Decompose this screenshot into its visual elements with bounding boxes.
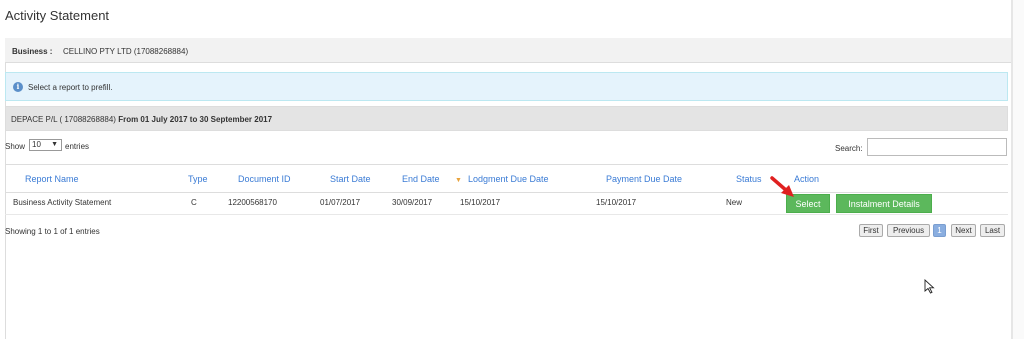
table-row-border (5, 192, 1008, 193)
table-bottom-border (5, 214, 1008, 215)
info-alert: i Select a report to prefill. (5, 72, 1008, 101)
red-arrow-annotation-icon (770, 176, 794, 197)
col-header-start-date[interactable]: Start Date (330, 174, 371, 184)
pagination-first[interactable]: First (859, 224, 883, 237)
cell-report-name: Business Activity Statement (13, 198, 112, 207)
business-label: Business : (12, 47, 53, 56)
show-label: Show (5, 142, 26, 151)
search-label: Search: (835, 144, 863, 153)
instalment-details-button[interactable]: Instalment Details (836, 194, 932, 213)
page-title: Activity Statement (5, 8, 110, 23)
cell-start-date: 01/07/2017 (320, 198, 361, 207)
info-icon: i (13, 82, 23, 92)
info-message: Select a report to prefill. (28, 83, 113, 92)
col-header-end-date[interactable]: End Date (402, 174, 440, 184)
col-header-type[interactable]: Type (188, 174, 208, 184)
report-title: DEPACE P/L ( 17088268884) From 01 July 2… (11, 115, 272, 124)
report-period: From 01 July 2017 to 30 September 2017 (118, 115, 273, 124)
page-size-select[interactable]: 10 ▼ (29, 139, 62, 151)
col-header-payment-due-date[interactable]: Payment Due Date (606, 174, 682, 184)
cell-type: C (191, 198, 197, 207)
cell-status: New (726, 198, 743, 207)
report-prefix: DEPACE P/L ( 17088268884) (11, 115, 116, 124)
pagination-last[interactable]: Last (980, 224, 1005, 237)
cell-payment-due: 15/10/2017 (596, 198, 637, 207)
business-value: CELLINO PTY LTD (17088268884) (63, 47, 189, 56)
scrollbar[interactable] (1013, 0, 1024, 339)
table-header-border (5, 164, 1008, 165)
col-header-document-id[interactable]: Document ID (238, 174, 291, 184)
cell-end-date: 30/09/2017 (392, 198, 433, 207)
entries-label: entries (65, 142, 90, 151)
col-header-lodgment-due-date[interactable]: Lodgment Due Date (468, 174, 549, 184)
search-input[interactable] (867, 138, 1007, 156)
mouse-cursor-icon (924, 279, 935, 294)
sort-desc-icon: ▼ (455, 177, 462, 184)
pagination-previous[interactable]: Previous (887, 224, 930, 237)
pagination-page-1[interactable]: 1 (933, 224, 946, 237)
col-header-report-name[interactable]: Report Name (25, 174, 79, 184)
table-summary: Showing 1 to 1 of 1 entries (5, 227, 100, 236)
report-header: DEPACE P/L ( 17088268884) From 01 July 2… (5, 106, 1008, 131)
cell-lodgment-due: 15/10/2017 (460, 198, 501, 207)
business-bar: Business : CELLINO PTY LTD (17088268884) (5, 38, 1011, 63)
col-header-action: Action (794, 174, 820, 184)
page-size-value: 10 (32, 140, 41, 149)
pagination-next[interactable]: Next (951, 224, 976, 237)
cell-document-id: 12200568170 (228, 198, 277, 207)
col-header-status[interactable]: Status (736, 174, 762, 184)
chevron-down-icon: ▼ (51, 141, 58, 148)
